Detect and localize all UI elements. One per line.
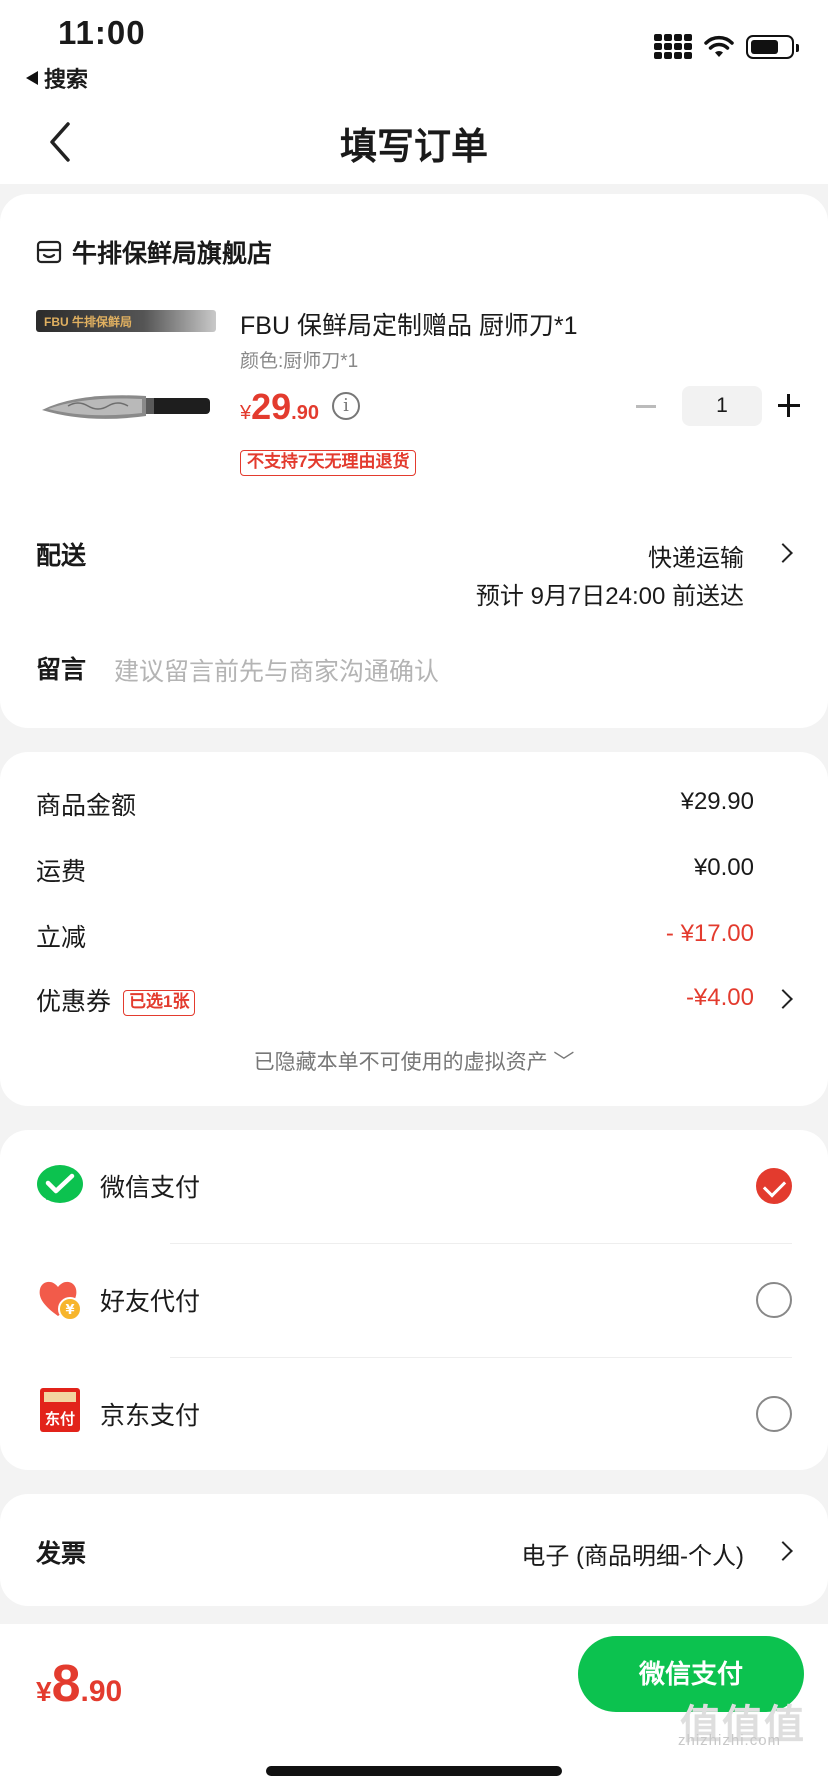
wechat-pay-icon xyxy=(37,1165,83,1203)
price-info-icon[interactable]: i xyxy=(332,392,360,420)
price-currency: ¥ xyxy=(240,402,252,424)
price-summary-card: 商品金额 ¥29.90 运费 ¥0.00 立减 - ¥17.00 优惠券 已选1张… xyxy=(0,752,828,1106)
product-title: FBU 保鲜局定制赠品 厨师刀*1 xyxy=(240,312,578,340)
coupon-label: 优惠券 xyxy=(36,988,112,1016)
cellular-signal-icon xyxy=(654,34,692,59)
order-item-card: 牛排保鲜局旗舰店 FBU 牛排保鲜局 FBU 保鲜局定制赠品 厨师刀*1 颜色:… xyxy=(0,194,828,728)
back-triangle-icon xyxy=(26,71,38,85)
invoice-label: 发票 xyxy=(36,1540,87,1568)
friend-pay-icon-text: ¥ xyxy=(65,1303,74,1318)
return-policy-badge: 不支持7天无理由退货 xyxy=(240,450,417,476)
memo-input[interactable]: 建议留言前先与商家沟通确认 xyxy=(114,652,439,688)
decrease-quantity-button[interactable] xyxy=(632,386,660,426)
back-app-label: 搜索 xyxy=(44,67,89,92)
friend-pay-icon: ¥ xyxy=(39,1281,82,1321)
product-price: ¥ 29 .90 xyxy=(240,386,319,428)
discount-label: 立减 xyxy=(36,924,87,952)
product-image[interactable]: FBU 牛排保鲜局 xyxy=(36,310,216,470)
quantity-input[interactable]: 1 xyxy=(682,386,762,426)
status-time: 11:00 xyxy=(58,14,146,51)
discount-value: - ¥17.00 xyxy=(665,920,754,947)
coupon-chevron-icon[interactable] xyxy=(773,989,793,1009)
payment-option-friend[interactable]: ¥ 好友代付 xyxy=(0,1244,828,1357)
back-to-app-link[interactable]: 搜索 xyxy=(26,62,88,94)
nav-bar: 填写订单 xyxy=(0,100,828,184)
payment-label-friend: 好友代付 xyxy=(100,1288,201,1316)
home-indicator[interactable] xyxy=(266,1766,562,1776)
store-header[interactable]: 牛排保鲜局旗舰店 xyxy=(36,234,272,270)
product-image-brand-text: FBU 牛排保鲜局 xyxy=(44,315,132,329)
wifi-icon xyxy=(704,35,734,57)
coupon-value[interactable]: -¥4.00 xyxy=(686,984,754,1012)
watermark-text: zhizhizhi.com xyxy=(678,1732,782,1749)
invoice-card[interactable]: 发票 电子 (商品明细-个人) xyxy=(0,1494,828,1606)
total-currency: ¥ xyxy=(36,1676,52,1707)
shipping-value: ¥0.00 xyxy=(693,854,754,881)
payment-label-jd: 京东支付 xyxy=(100,1402,201,1430)
payment-option-jd[interactable]: 东付 京东支付 xyxy=(0,1358,828,1471)
hidden-assets-toggle[interactable]: 已隐藏本单不可使用的虚拟资产 ﹀ xyxy=(0,1046,828,1076)
increase-quantity-button[interactable] xyxy=(776,386,802,426)
jd-pay-icon: 东付 xyxy=(40,1388,80,1432)
goods-amount-value: ¥29.90 xyxy=(680,788,754,815)
payment-radio-jd[interactable] xyxy=(756,1396,792,1432)
total-integer: 8 xyxy=(51,1655,81,1713)
delivery-label: 配送 xyxy=(36,542,87,570)
page-title: 填写订单 xyxy=(340,126,488,167)
memo-label: 留言 xyxy=(36,656,87,684)
delivery-eta: 预计 9月7日24:00 前送达 xyxy=(475,583,744,610)
delivery-method[interactable]: 快递运输 xyxy=(648,538,744,573)
payment-radio-wechat-selected[interactable] xyxy=(756,1168,792,1204)
price-decimal: .90 xyxy=(291,402,319,424)
payment-methods-card: 微信支付 ¥ 好友代付 东付 京东支付 xyxy=(0,1130,828,1470)
invoice-chevron-icon[interactable] xyxy=(773,1541,793,1561)
coupon-row[interactable]: 优惠券 已选1张 xyxy=(36,982,196,1018)
status-bar: 11:00 搜索 xyxy=(0,0,828,100)
status-icons xyxy=(654,34,799,59)
checkout-bar: ¥ 8 .90 微信支付 值值值 zhizhizhi.com xyxy=(0,1624,828,1792)
delivery-chevron-icon[interactable] xyxy=(773,543,793,563)
goods-amount-label: 商品金额 xyxy=(36,792,137,820)
chef-knife-image xyxy=(42,395,210,419)
payment-label-wechat: 微信支付 xyxy=(100,1174,201,1202)
invoice-value[interactable]: 电子 (商品明细-个人) xyxy=(521,1536,744,1571)
store-name: 牛排保鲜局旗舰店 xyxy=(72,240,273,268)
payment-option-wechat[interactable]: 微信支付 xyxy=(0,1130,828,1243)
jd-pay-icon-text: 东付 xyxy=(45,1410,75,1428)
quantity-stepper: 1 xyxy=(632,386,802,426)
total-decimal: .90 xyxy=(80,1675,123,1708)
battery-icon xyxy=(746,34,799,59)
store-icon xyxy=(36,240,62,264)
coupon-selected-badge: 已选1张 xyxy=(123,990,196,1016)
price-integer: 29 xyxy=(251,386,292,427)
product-variant: 颜色:厨师刀*1 xyxy=(240,351,359,372)
shipping-label: 运费 xyxy=(36,858,87,886)
payment-radio-friend[interactable] xyxy=(756,1282,792,1318)
order-total: ¥ 8 .90 xyxy=(36,1654,122,1714)
